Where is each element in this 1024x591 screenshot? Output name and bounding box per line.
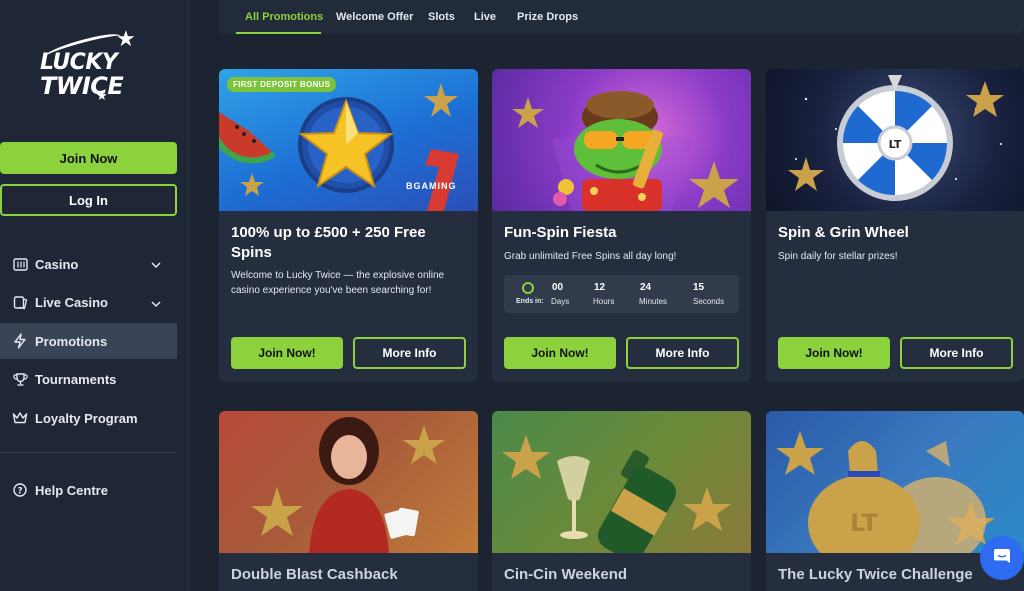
timer-days: 00 bbox=[552, 282, 564, 293]
sidebar-item-label: Live Casino bbox=[35, 295, 108, 311]
timer-minutes: 24 bbox=[640, 282, 652, 293]
join-now-button[interactable]: Join Now! bbox=[231, 337, 343, 369]
promo-card-cashback: Double Blast Cashback bbox=[219, 411, 478, 591]
sidebar-item-casino[interactable]: Casino bbox=[0, 246, 177, 282]
promo-title: 100% up to £500 + 250 Free bbox=[231, 224, 426, 241]
timer-days-unit: Days bbox=[551, 297, 570, 306]
timer-hours-unit: Hours bbox=[593, 297, 615, 306]
sidebar-item-label: Casino bbox=[35, 256, 79, 272]
promo-description: Spin daily for stellar prizes! bbox=[778, 251, 898, 262]
sidebar-item-loyalty-program[interactable]: Loyalty Program bbox=[0, 400, 177, 436]
log-in-button[interactable]: Log In bbox=[0, 184, 177, 216]
promo-image-fun-spin[interactable] bbox=[492, 69, 751, 211]
promo-image-cin-cin[interactable] bbox=[492, 411, 751, 553]
slot-machine-icon bbox=[11, 255, 29, 273]
money-bags-artwork: LT bbox=[776, 431, 995, 553]
sidebar-item-label: Loyalty Program bbox=[35, 410, 138, 426]
promo-card-cin-cin: Cin-Cin Weekend bbox=[492, 411, 751, 591]
sidebar-item-promotions[interactable]: Promotions bbox=[0, 323, 177, 360]
lucky-twice-logo[interactable]: ★ LUCKY TWICE ★ bbox=[36, 26, 140, 116]
tab-all-promotions[interactable]: All Promotions bbox=[245, 0, 323, 34]
svg-text:?: ? bbox=[17, 486, 22, 496]
promo-title: The Lucky Twice Challenge bbox=[778, 566, 973, 583]
promo-card-welcome: FIRST DEPOSIT BONUS BGAMING 100% up to £… bbox=[219, 69, 478, 382]
sidebar-divider bbox=[0, 452, 177, 453]
countdown-timer: Ends in: 00 Days 12 Hours 24 Minutes 15 … bbox=[504, 275, 739, 313]
promo-image-spin-grin[interactable]: LT bbox=[766, 69, 1024, 211]
active-tab-indicator bbox=[236, 32, 321, 34]
join-now-button[interactable]: Join Now! bbox=[778, 337, 890, 369]
help-centre-label: Help Centre bbox=[35, 482, 108, 498]
promo-card-spin-grin: LT Spin & Grin Wheel Spin daily for stel… bbox=[766, 69, 1024, 382]
sidebar-item-live-casino[interactable]: Live Casino bbox=[0, 285, 177, 321]
sidebar-nav: Casino Live Casino Promotions Tournament… bbox=[0, 246, 177, 439]
sidebar: ★ LUCKY TWICE ★ Join Now Log In Casino L… bbox=[0, 0, 189, 591]
tab-welcome-offer[interactable]: Welcome Offer bbox=[336, 0, 413, 34]
promo-image-challenge[interactable]: LT bbox=[766, 411, 1024, 553]
promo-title: Cin-Cin Weekend bbox=[504, 566, 628, 583]
chat-icon bbox=[992, 546, 1012, 571]
promo-description-line2: casino experience you've been searching … bbox=[231, 285, 432, 296]
more-info-button[interactable]: More Info bbox=[900, 337, 1013, 369]
provider-logo: BGAMING bbox=[406, 181, 457, 191]
timer-minutes-unit: Minutes bbox=[639, 297, 668, 306]
frog-artwork bbox=[512, 91, 739, 211]
champagne-artwork bbox=[502, 435, 731, 553]
sidebar-item-help[interactable]: ? Help Centre bbox=[0, 472, 177, 508]
promo-title: Double Blast Cashback bbox=[231, 566, 398, 583]
timer-label: Ends in: bbox=[516, 298, 544, 305]
chat-launcher-button[interactable] bbox=[980, 536, 1024, 580]
trophy-icon bbox=[11, 371, 29, 389]
chevron-down-icon[interactable] bbox=[151, 257, 161, 272]
join-now-button[interactable]: Join Now! bbox=[504, 337, 616, 369]
promo-image-cashback[interactable] bbox=[219, 411, 478, 553]
logo-star-icon: ★ bbox=[116, 26, 136, 51]
promo-title: Fun-Spin Fiesta bbox=[504, 224, 617, 241]
logo-text-line2: TWICE bbox=[40, 72, 124, 100]
timer-seconds-unit: Seconds bbox=[693, 297, 725, 306]
more-info-button[interactable]: More Info bbox=[626, 337, 739, 369]
promo-card-fun-spin: Fun-Spin Fiesta Grab unlimited Free Spin… bbox=[492, 69, 751, 382]
lightning-icon bbox=[11, 332, 29, 350]
promo-title: Spin & Grin Wheel bbox=[778, 224, 909, 241]
sidebar-item-tournaments[interactable]: Tournaments bbox=[0, 362, 177, 398]
more-info-button[interactable]: More Info bbox=[353, 337, 466, 369]
promo-title-line2: Spins bbox=[231, 244, 272, 261]
join-now-button[interactable]: Join Now bbox=[0, 142, 177, 174]
timer-seconds: 15 bbox=[693, 282, 705, 293]
timer-hours: 12 bbox=[594, 282, 606, 293]
tab-prize-drops[interactable]: Prize Drops bbox=[517, 0, 578, 34]
cashback-artwork bbox=[251, 417, 445, 553]
svg-text:LT: LT bbox=[889, 138, 902, 151]
svg-text:LT: LT bbox=[850, 509, 878, 537]
promo-description: Grab unlimited Free Spins all day long! bbox=[504, 251, 677, 262]
wheel-artwork: LT bbox=[788, 75, 1004, 201]
chevron-down-icon[interactable] bbox=[151, 296, 161, 311]
logo-small-star-icon: ★ bbox=[96, 88, 108, 103]
promo-description: Welcome to Lucky Twice — the explosive o… bbox=[231, 270, 445, 281]
sidebar-item-label: Promotions bbox=[35, 333, 108, 349]
tab-live[interactable]: Live bbox=[474, 0, 496, 34]
help-centre-link[interactable]: ? Help Centre bbox=[0, 472, 177, 511]
help-icon: ? bbox=[11, 481, 29, 499]
first-deposit-badge: FIRST DEPOSIT BONUS bbox=[227, 77, 337, 92]
sidebar-item-label: Tournaments bbox=[35, 372, 117, 388]
promo-image-welcome[interactable]: FIRST DEPOSIT BONUS BGAMING bbox=[219, 69, 478, 211]
clock-icon bbox=[522, 282, 534, 294]
tab-slots[interactable]: Slots bbox=[428, 0, 455, 34]
cards-icon bbox=[11, 294, 29, 312]
crown-icon bbox=[11, 409, 29, 427]
